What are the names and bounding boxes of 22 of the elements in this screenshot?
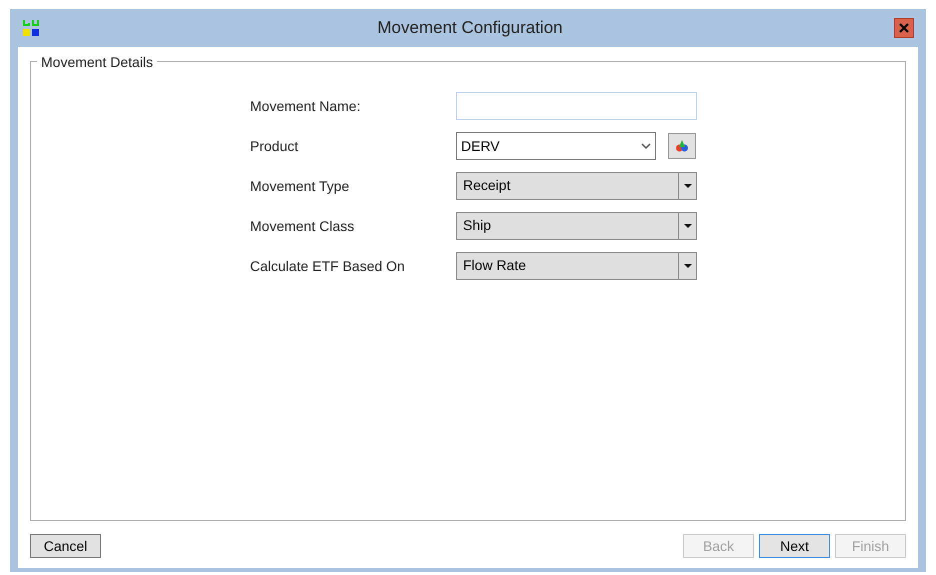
dropdown-field[interactable]: DERV bbox=[456, 132, 656, 160]
field-label: Movement Name: bbox=[250, 96, 362, 116]
dropdown-field[interactable]: Receipt bbox=[456, 172, 697, 200]
chevron-icon bbox=[641, 142, 651, 150]
dialog-button[interactable]: Next bbox=[759, 534, 830, 558]
dropdown-field[interactable]: Flow Rate bbox=[456, 252, 697, 280]
close-icon bbox=[899, 23, 909, 33]
caret-icon bbox=[684, 264, 692, 268]
dropdown-field[interactable]: Ship bbox=[456, 212, 697, 240]
window-title: Movement Configuration bbox=[377, 17, 563, 40]
app-icon bbox=[22, 19, 40, 37]
caret-icon bbox=[684, 224, 692, 228]
caret-icon bbox=[684, 184, 692, 188]
field-label: Movement Type bbox=[250, 176, 350, 196]
color-drops-icon bbox=[675, 140, 689, 152]
input-field[interactable] bbox=[456, 92, 697, 120]
color-picker-button[interactable] bbox=[668, 133, 696, 159]
dialog-button[interactable]: Cancel bbox=[30, 534, 101, 558]
field-label: Calculate ETF Based On bbox=[250, 256, 406, 276]
field-label: Movement Class bbox=[250, 216, 356, 236]
field-label: Product bbox=[250, 136, 300, 156]
close-button[interactable] bbox=[894, 18, 914, 38]
